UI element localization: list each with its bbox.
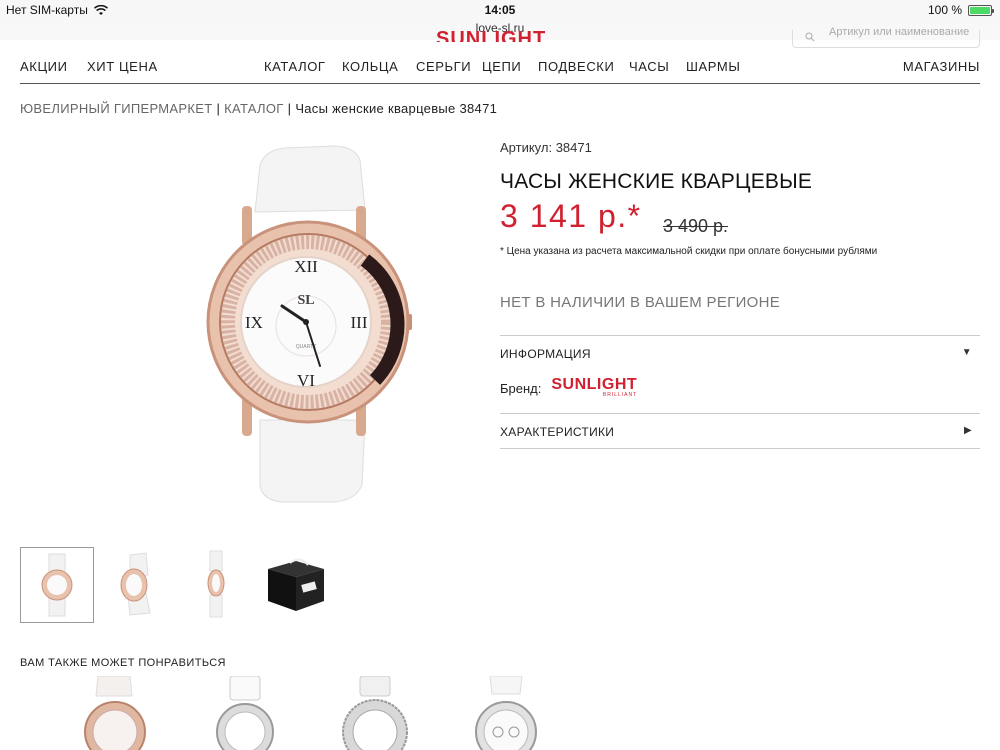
- breadcrumb-current: Часы женские кварцевые 38471: [295, 101, 498, 116]
- status-bar: Нет SIM-карты 14:05 100 %: [0, 0, 1000, 20]
- nav-item-hit-price[interactable]: ХИТ ЦЕНА: [87, 59, 158, 74]
- stock-status: НЕТ В НАЛИЧИИ В ВАШЕМ РЕГИОНЕ: [500, 294, 781, 311]
- product-thumbnail[interactable]: [260, 547, 334, 623]
- caret-down-icon: ▼: [961, 347, 972, 358]
- specs-accordion-label: ХАРАКТЕРИСТИКИ: [500, 425, 615, 439]
- divider: [500, 413, 980, 414]
- brand-row: Бренд: SUNLIGHT BRILLIANT: [500, 376, 638, 399]
- specs-accordion-header[interactable]: ХАРАКТЕРИСТИКИ ▶: [500, 425, 980, 439]
- info-accordion-header[interactable]: ИНФОРМАЦИЯ ▼: [500, 347, 980, 361]
- dial-numeral-vi: VI: [297, 371, 315, 390]
- main-nav: АКЦИИ ХИТ ЦЕНА КАТАЛОГ КОЛЬЦА СЕРЬГИ ЦЕП…: [20, 56, 980, 84]
- product-old-price: 3 490 р.: [663, 216, 729, 236]
- search-icon: [805, 32, 815, 42]
- brand-logo-text: SUNLIGHT: [551, 376, 638, 393]
- breadcrumb-separator: |: [216, 101, 221, 116]
- battery-percent: 100 %: [927, 3, 962, 17]
- product-thumbnail[interactable]: [100, 547, 174, 623]
- nav-item-catalog[interactable]: КАТАЛОГ: [264, 59, 326, 74]
- nav-item-chains[interactable]: ЦЕПИ: [482, 59, 521, 74]
- breadcrumb: ЮВЕЛИРНЫЙ ГИПЕРМАРКЕТ | КАТАЛОГ | Часы женск…: [20, 101, 497, 116]
- clock: 14:05: [484, 3, 516, 17]
- product-main-image[interactable]: SL XII VI IX III QUARTZ: [110, 130, 500, 530]
- caret-right-icon: ▶: [964, 425, 972, 436]
- recommended-product[interactable]: [320, 676, 430, 750]
- product-thumbnail[interactable]: [20, 547, 94, 623]
- divider: [500, 335, 980, 336]
- search-placeholder: Артикул или наименование: [829, 26, 970, 38]
- recommended-product[interactable]: [60, 676, 170, 750]
- brand-logo[interactable]: SUNLIGHT BRILLIANT: [551, 376, 638, 399]
- product-thumbnail[interactable]: [180, 547, 254, 623]
- brand-label: Бренд:: [500, 380, 542, 396]
- battery-icon: [968, 4, 994, 16]
- nav-item-watches[interactable]: ЧАСЫ: [629, 59, 669, 74]
- dial-numeral-xii: XII: [294, 257, 318, 276]
- dial-numeral-ix: IX: [245, 313, 263, 332]
- product-price: 3 141 р.*: [500, 198, 642, 234]
- breadcrumb-link-home[interactable]: ЮВЕЛИРНЫЙ ГИПЕРМАРКЕТ: [20, 101, 212, 116]
- recommended-product[interactable]: [190, 676, 300, 750]
- nav-item-earrings[interactable]: СЕРЬГИ: [416, 59, 471, 74]
- nav-item-promotions[interactable]: АКЦИИ: [20, 59, 68, 74]
- dial-logo: SL: [297, 293, 314, 308]
- breadcrumb-separator: |: [287, 101, 292, 116]
- divider: [500, 448, 980, 449]
- nav-item-rings[interactable]: КОЛЬЦА: [342, 59, 398, 74]
- nav-item-pendants[interactable]: ПОДВЕСКИ: [538, 59, 614, 74]
- breadcrumb-link-catalog[interactable]: КАТАЛОГ: [224, 101, 283, 116]
- site-logo[interactable]: SUNLIGHT: [436, 28, 546, 42]
- recommended-product[interactable]: [450, 676, 560, 750]
- product-article: Артикул: 38471: [500, 140, 592, 155]
- product-title: ЧАСЫ ЖЕНСКИЕ КВАРЦЕВЫЕ: [500, 170, 813, 193]
- info-accordion-label: ИНФОРМАЦИЯ: [500, 347, 591, 361]
- nav-item-stores[interactable]: МАГАЗИНЫ: [903, 59, 980, 74]
- nav-item-charms[interactable]: ШАРМЫ: [686, 59, 740, 74]
- recommendations-title: ВАМ ТАКЖЕ МОЖЕТ ПОНРАВИТЬСЯ: [20, 657, 226, 669]
- dial-numeral-iii: III: [351, 313, 368, 332]
- price-note: * Цена указана из расчета максимальной с…: [500, 246, 878, 257]
- search-input[interactable]: Артикул или наименование: [792, 26, 980, 48]
